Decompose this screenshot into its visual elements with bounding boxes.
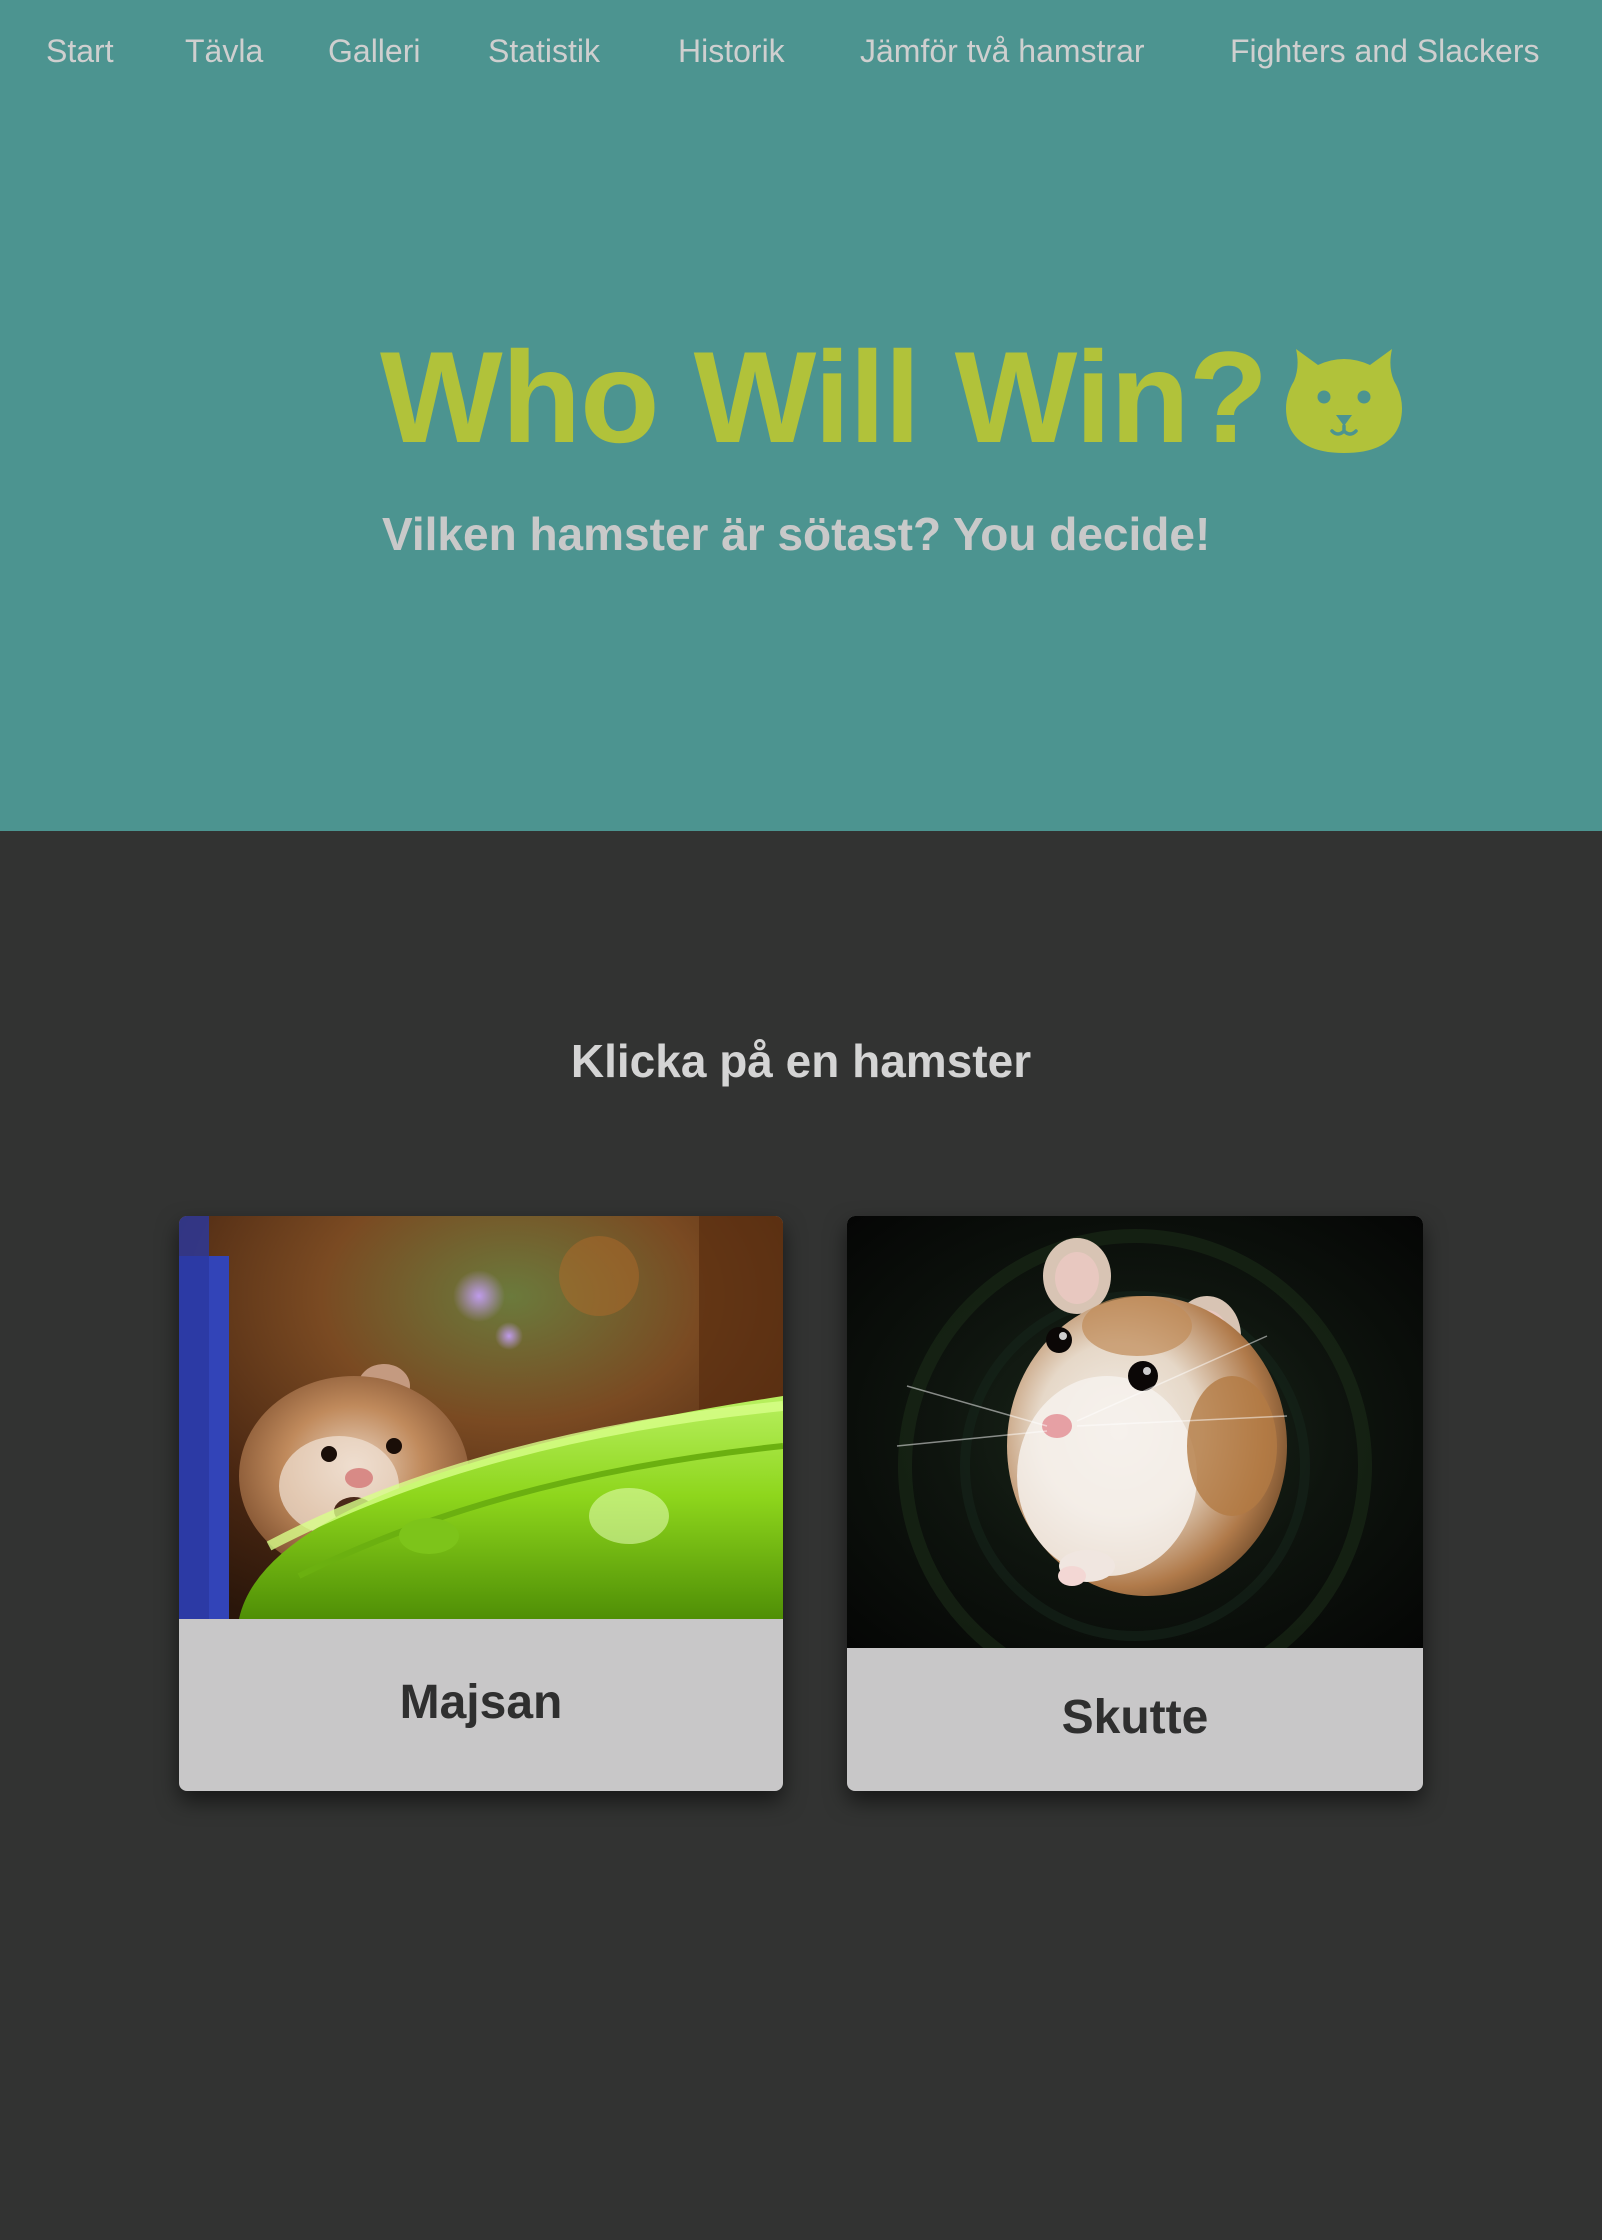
nav-link-galleri[interactable]: Galleri	[328, 30, 420, 72]
hamster-name-skutte: Skutte	[1061, 1691, 1209, 1744]
hamster-card-skutte[interactable]: Skutte	[847, 1216, 1423, 1791]
page-subtitle: Vilken hamster är sötast? You decide!	[382, 508, 1211, 560]
hamster-photo-majsan[interactable]	[179, 1216, 783, 1619]
nav-link-jamfor[interactable]: Jämför två hamstrar	[860, 30, 1145, 72]
instruction-heading: Klicka på en hamster	[570, 1035, 1032, 1087]
page-title: Who Will Win?	[380, 324, 1268, 470]
hamster-name-majsan: Majsan	[399, 1676, 563, 1729]
nav-link-historik[interactable]: Historik	[678, 30, 785, 72]
nav-link-fighters[interactable]: Fighters and Slackers	[1230, 30, 1539, 72]
top-navigation: Start Tävla Galleri Statistik Historik J…	[0, 0, 1602, 104]
nav-link-tavla[interactable]: Tävla	[185, 30, 263, 72]
nav-link-start[interactable]: Start	[46, 30, 114, 72]
hamster-face-icon	[1286, 349, 1402, 453]
hamster-card-majsan[interactable]: Majsan	[179, 1216, 783, 1791]
hamster-photo-skutte[interactable]	[847, 1216, 1423, 1648]
hero-section: Start Tävla Galleri Statistik Historik J…	[0, 0, 1602, 831]
nav-link-statistik[interactable]: Statistik	[488, 30, 600, 72]
